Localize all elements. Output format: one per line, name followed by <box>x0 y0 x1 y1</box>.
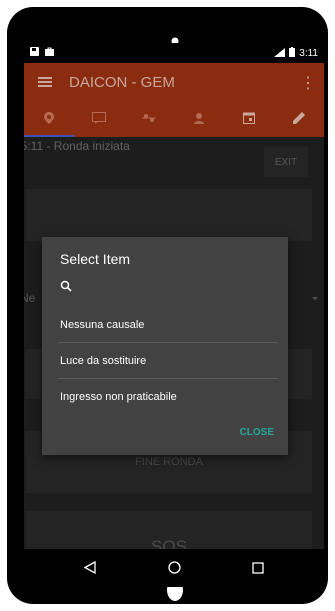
app-title: DAICON - GEM <box>69 74 175 91</box>
list-item[interactable]: Ingresso non praticabile <box>42 379 288 415</box>
home-icon[interactable] <box>168 561 181 579</box>
battery-icon <box>289 47 296 60</box>
app-toolbar: DAICON - GEM ⋮ <box>24 63 324 103</box>
route-icon <box>142 111 156 129</box>
list-item-label: Luce da sostituire <box>60 355 147 367</box>
save-icon <box>30 47 39 59</box>
shop-icon <box>45 47 54 59</box>
status-bar: 3:11 <box>24 43 324 63</box>
close-button[interactable]: CLOSE <box>240 427 274 438</box>
person-icon <box>193 111 205 129</box>
more-vert-icon[interactable]: ⋮ <box>300 73 316 93</box>
main-content: 15:11 - Ronda iniziata EXIT Ne FINE ROND… <box>24 137 324 587</box>
tab-chat[interactable] <box>74 103 124 137</box>
tab-route[interactable] <box>124 103 174 137</box>
search-icon[interactable] <box>60 279 72 297</box>
list-item-label: Nessuna causale <box>60 319 145 331</box>
map-marker-icon <box>44 111 54 129</box>
screen: 3:11 DAICON - GEM ⋮ 15:11 - Ronda inizia… <box>24 43 324 587</box>
chat-icon <box>92 111 106 129</box>
tab-calendar[interactable] <box>224 103 274 137</box>
back-icon[interactable] <box>83 560 96 579</box>
tab-bar <box>24 103 324 137</box>
list-item[interactable]: Luce da sostituire <box>42 343 288 379</box>
clock-text: 3:11 <box>299 48 318 59</box>
signal-icon <box>274 47 286 60</box>
recents-icon[interactable] <box>252 561 264 579</box>
edit-icon <box>292 111 306 129</box>
system-nav-bar <box>24 549 324 587</box>
list-item-label: Ingresso non praticabile <box>60 391 177 403</box>
tab-person[interactable] <box>174 103 224 137</box>
select-item-dialog: Select Item Nessuna causale Luce da sost… <box>42 237 288 455</box>
calendar-icon <box>243 111 255 129</box>
list-item[interactable]: Nessuna causale <box>42 307 288 343</box>
tab-marker[interactable] <box>24 103 74 137</box>
tab-edit[interactable] <box>274 103 324 137</box>
dialog-title: Select Item <box>60 251 131 267</box>
menu-icon[interactable] <box>38 75 52 93</box>
